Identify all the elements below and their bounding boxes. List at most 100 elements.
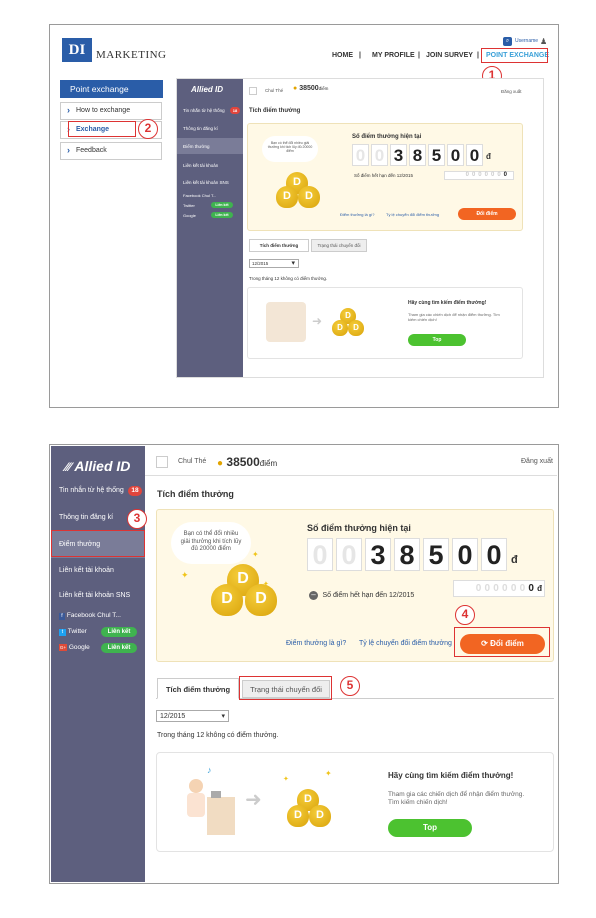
small-tab-points[interactable]: Tích điểm thưởng: [249, 239, 309, 252]
twitter-link-button[interactable]: Liên kết: [101, 627, 137, 637]
promo-money-bag-icon: D: [287, 805, 309, 827]
highlight-exchange: [68, 121, 136, 137]
money-bag-icon: D: [211, 584, 243, 616]
small-current-label: Số điểm thưởng hiện tại: [352, 134, 422, 140]
small-exchange-button[interactable]: Đổi điểm: [458, 208, 516, 220]
small-menu-points[interactable]: Điểm thưởng: [183, 144, 209, 149]
small-header-avatar: [249, 87, 257, 95]
small-logout-link[interactable]: Đăng xuất: [501, 89, 522, 94]
sidebar-item-how-to-exchange[interactable]: How to exchange: [60, 102, 162, 120]
small-arrow-icon: ➜: [312, 314, 323, 328]
section-title: Tích điểm thưởng: [157, 489, 234, 499]
promo-card: ♪ ➜ ✦ ✦ D D D Hãy cùng tìm kiếm điểm thư…: [156, 752, 554, 852]
small-expire-digits: 0000000: [444, 171, 514, 180]
money-bag-icon: D: [245, 584, 277, 616]
small-digit: 5: [428, 144, 445, 166]
search-icon[interactable]: ⌕: [503, 37, 512, 46]
tab-accumulate-points[interactable]: Tích điểm thưởng: [157, 678, 239, 699]
top-button[interactable]: Top: [388, 819, 472, 837]
user-area[interactable]: ⌕ Username ♟: [503, 37, 547, 47]
small-menu-messages[interactable]: Tin nhắn từ hệ thống: [183, 108, 225, 113]
user-avatar: [156, 456, 168, 468]
username-link[interactable]: Username: [515, 38, 538, 44]
small-section-title: Tích điểm thưởng: [249, 108, 301, 114]
small-google-link-button[interactable]: Liên kết: [211, 212, 233, 218]
small-link-what[interactable]: Điểm thưởng là gì?: [340, 212, 374, 217]
small-tab-conversion[interactable]: Trạng thái chuyển đổi: [311, 239, 367, 252]
small-digit-row: 0 0 3 8 5 0 0 đ: [352, 144, 502, 166]
person-body: [187, 793, 205, 817]
small-menu-registration[interactable]: Thông tin đăng kí: [183, 126, 218, 131]
small-digit: 0: [447, 144, 464, 166]
promo-title: Hãy cùng tìm kiếm điểm thưởng!: [388, 771, 514, 780]
sidebar-title: Point exchange: [60, 80, 163, 98]
link-what-are-points[interactable]: Điểm thưởng là gì?: [286, 640, 346, 647]
small-facebook-value: Chul T...: [201, 193, 217, 198]
user-icon: ♟: [540, 37, 548, 46]
sparkle-icon: ✦: [181, 570, 189, 580]
brand-logo: ⁄⁄⁄ Allied ID: [65, 458, 130, 474]
sidebar-item-link-sns[interactable]: Liên kết tài khoản SNS: [59, 592, 130, 599]
sns-google-row: G+ Google: [59, 644, 90, 651]
month-select[interactable]: 12/2015: [156, 710, 229, 722]
small-person-illustration: [266, 302, 306, 342]
small-digit: 0: [371, 144, 388, 166]
twitter-icon: t: [59, 629, 66, 636]
small-top-button[interactable]: Top: [408, 334, 466, 346]
no-points-message: Trong tháng 12 không có điểm thưởng.: [157, 732, 279, 739]
header-bar: Chul Thé ● 38500điểm Đăng xuất: [145, 446, 557, 476]
expire-digit: 0: [502, 583, 511, 594]
expire-digit: 0: [510, 583, 520, 594]
small-link-rate[interactable]: Tỷ lệ chuyển đổi điểm thưởng: [386, 212, 439, 217]
step-2-marker: 2: [138, 119, 158, 139]
small-twitter-link-button[interactable]: Liên kết: [211, 202, 233, 208]
small-digit: 0: [352, 144, 369, 166]
nav-join-survey[interactable]: JOIN SURVEY: [426, 52, 473, 59]
points-digit: 5: [423, 538, 449, 571]
logout-link[interactable]: Đăng xuất: [521, 458, 553, 465]
small-header-points: ● 38500điểm: [293, 85, 328, 92]
small-expire-label: Số điểm hết hạn đến 12/2015: [354, 173, 414, 178]
small-digit: 3: [390, 144, 407, 166]
sidebar-item-link-account[interactable]: Liên kết tài khoản: [59, 567, 114, 574]
facebook-linked-name: Chul T...: [97, 612, 121, 619]
header-username: Chul Thé: [178, 458, 207, 465]
google-link-button[interactable]: Liên kết: [101, 643, 137, 653]
expire-digit: 0: [493, 583, 503, 594]
small-month-select[interactable]: 12/2015: [249, 259, 299, 268]
nav-my-profile[interactable]: MY PROFILE: [372, 52, 415, 59]
step-5-marker: 5: [340, 676, 360, 696]
small-sns-twitter: Twitter: [183, 203, 195, 208]
desk: [207, 797, 235, 835]
nav-separator: |: [418, 52, 420, 59]
expire-label: Số điểm hết hạn đến 12/2015: [322, 592, 415, 599]
small-menu-link-sns[interactable]: Liên kết tài khoản SNS: [183, 180, 229, 185]
marketing-logo-text: MARKETING: [96, 49, 167, 61]
brand-slash-icon: ⁄⁄⁄: [65, 460, 72, 474]
small-promo-bag-icon: D: [332, 320, 348, 336]
small-money-bag-icon: D: [298, 186, 320, 208]
step-3-marker: 3: [127, 509, 147, 529]
sidebar-item-registration[interactable]: Thông tin đăng kí: [59, 514, 113, 521]
sparkle-icon: ✦: [283, 776, 289, 783]
small-bubble: Bạn có thể đổi nhiều giải thưởng khi tíc…: [262, 136, 318, 162]
nav-separator: |: [477, 52, 479, 59]
points-unit: đ: [511, 554, 518, 566]
sparkle-icon: ✦: [325, 769, 332, 778]
small-menu-link-account[interactable]: Liên kết tài khoản: [183, 163, 218, 168]
small-sns-facebook: Facebook Chul T...: [183, 193, 216, 198]
expire-digit: 0: [528, 583, 538, 594]
sidebar-item-feedback[interactable]: Feedback: [60, 142, 162, 160]
points-digit: 3: [365, 538, 391, 571]
nav-home[interactable]: HOME: [332, 52, 353, 59]
link-conversion-rate[interactable]: Tỷ lệ chuyển đổi điểm thưởng: [359, 640, 452, 647]
small-digit: 8: [409, 144, 426, 166]
expire-digits: 0000000đ: [453, 580, 545, 597]
highlight-points-menu: [51, 530, 145, 557]
expire-digit: 0: [475, 583, 485, 594]
speech-bubble: Bạn có thể đổi nhiều giải thưởng khi tíc…: [171, 522, 251, 564]
person-head: [189, 779, 203, 793]
nav-separator: |: [359, 52, 361, 59]
highlight-conversion-tab: [239, 676, 332, 700]
sidebar-item-messages[interactable]: Tin nhắn từ hệ thống: [59, 487, 124, 494]
